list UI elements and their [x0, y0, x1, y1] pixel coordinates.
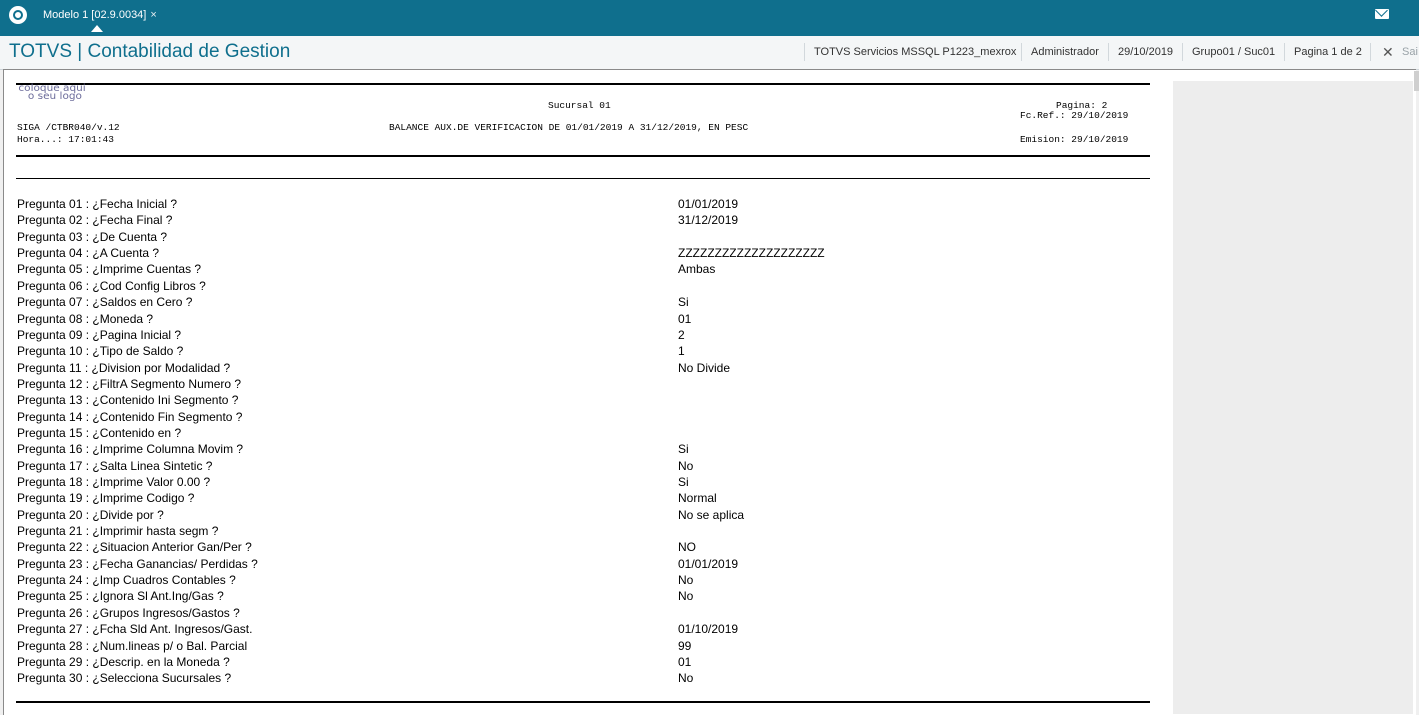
reference-date: Fc.Ref.: 29/10/2019: [1020, 110, 1129, 121]
parameter-label: Pregunta 05 : ¿Imprime Cuentas ?: [17, 262, 202, 277]
app-header: TOTVS | Contabilidad de Gestion TOTVS Se…: [0, 34, 1419, 70]
parameter-value: ZZZZZZZZZZZZZZZZZZZZ: [678, 246, 825, 261]
parameter-value: 01/01/2019: [678, 556, 739, 571]
active-tab-indicator: [91, 25, 103, 32]
branch-title: Sucursal 01: [548, 100, 611, 111]
parameter-value: 99: [678, 638, 692, 653]
date-info[interactable]: 29/10/2019: [1118, 46, 1173, 58]
parameter-label: Pregunta 02 : ¿Fecha Final ?: [17, 213, 173, 228]
parameter-label: Pregunta 26 : ¿Grupos Ingresos/Gastos ?: [17, 605, 240, 620]
parameter-value: Normal: [678, 491, 717, 506]
parameter-label: Pregunta 25 : ¿Ignora Sl Ant.Ing/Gas ?: [17, 589, 224, 604]
parameter-label: Pregunta 21 : ¿Imprimir hasta segm ?: [17, 524, 219, 538]
exit-label[interactable]: Sai: [1402, 46, 1418, 58]
parameter-value: 31/12/2019: [678, 213, 739, 228]
parameter-value: Ambas: [678, 262, 716, 277]
parameter-label: Pregunta 08 : ¿Moneda ?: [17, 311, 154, 326]
parameter-label: Pregunta 01 : ¿Fecha Inicial ?: [17, 197, 178, 211]
tab-close-icon[interactable]: ×: [150, 9, 156, 21]
divider: [16, 701, 1150, 703]
header-separator: [1370, 43, 1371, 61]
environment-info[interactable]: TOTVS Servicios MSSQL P1223_mexrox: [814, 46, 1016, 58]
parameter-label: Pregunta 09 : ¿Pagina Inicial ?: [17, 327, 182, 342]
parameter-value: No: [678, 671, 694, 686]
page-info: Pagina 1 de 2: [1294, 46, 1362, 58]
parameter-label: Pregunta 27 : ¿Fcha Sld Ant. Ingresos/Ga…: [17, 622, 253, 637]
parameter-label: Pregunta 28 : ¿Num.lineas p/ o Bal. Parc…: [17, 638, 248, 653]
report-time: Hora...: 17:01:43: [17, 134, 114, 145]
close-icon[interactable]: ✕: [1382, 44, 1394, 61]
parameter-label: Pregunta 14 : ¿Contenido Fin Segmento ?: [17, 409, 243, 424]
parameter-label: Pregunta 06 : ¿Cod Config Libros ?: [17, 278, 206, 293]
parameter-label: Pregunta 03 : ¿De Cuenta ?: [17, 229, 168, 244]
parameter-label: Pregunta 18 : ¿Imprime Valor 0.00 ?: [17, 475, 211, 489]
emission-date: Emision: 29/10/2019: [1020, 134, 1129, 145]
parameter-label: Pregunta 10 : ¿Tipo de Saldo ?: [17, 344, 184, 359]
parameter-label: Pregunta 12 : ¿FiltrA Segmento Numero ?: [17, 376, 242, 391]
parameter-label: Pregunta 07 : ¿Saldos en Cero ?: [17, 295, 193, 310]
parameter-value: No: [678, 589, 694, 604]
header-separator: [1021, 43, 1022, 61]
parameter-value: No: [678, 458, 694, 473]
report-title: BALANCE AUX.DE VERIFICACION DE 01/01/201…: [389, 122, 749, 133]
tab-label: Modelo 1 [02.9.0034]: [43, 9, 147, 21]
parameter-value: 01/01/2019: [678, 197, 739, 211]
mail-icon[interactable]: [1375, 9, 1389, 19]
parameter-label: Pregunta 24 : ¿Imp Cuadros Contables ?: [17, 573, 236, 587]
parameter-value: 1: [678, 344, 685, 359]
parameter-label: Pregunta 16 : ¿Imprime Columna Movim ?: [17, 442, 244, 457]
parameter-label: Pregunta 30 : ¿Selecciona Sucursales ?: [17, 671, 232, 686]
header-separator: [1182, 43, 1183, 61]
parameter-label: Pregunta 17 : ¿Salta Linea Sintetic ?: [17, 458, 213, 473]
parameter-value: 01: [678, 311, 692, 326]
side-panel: [1173, 81, 1413, 714]
app-title: TOTVS | Contabilidad de Gestion: [9, 41, 291, 62]
parameter-value: Si: [678, 475, 689, 489]
divider: [16, 178, 1150, 179]
parameter-value: No Divide: [678, 360, 731, 375]
parameter-value: NO: [678, 540, 696, 555]
divider: [16, 155, 1150, 157]
parameter-label: Pregunta 19 : ¿Imprime Codigo ?: [17, 491, 195, 506]
parameter-value: Si: [678, 295, 689, 310]
parameter-label: Pregunta 15 : ¿Contenido en ?: [17, 425, 182, 440]
parameter-value: 01: [678, 654, 692, 669]
parameter-label: Pregunta 22 : ¿Situacion Anterior Gan/Pe…: [17, 540, 252, 555]
logo-line-2: o seu logo: [27, 91, 82, 102]
parameter-label: Pregunta 04 : ¿A Cuenta ?: [17, 246, 160, 261]
header-separator: [804, 43, 805, 61]
divider: [16, 83, 1150, 85]
branch-info[interactable]: Grupo01 / Suc01: [1192, 46, 1275, 58]
parameter-value: Si: [678, 442, 689, 457]
parameter-value: 2: [678, 327, 685, 342]
header-separator: [1284, 43, 1285, 61]
parameter-label: Pregunta 23 : ¿Fecha Ganancias/ Perdidas…: [17, 556, 258, 571]
user-info[interactable]: Administrador: [1031, 46, 1099, 58]
parameter-value: 01/10/2019: [678, 622, 739, 637]
parameter-value: No: [678, 573, 694, 587]
header-separator: [1108, 43, 1109, 61]
parameter-label: Pregunta 29 : ¿Descrip. en la Moneda ?: [17, 654, 230, 669]
parameter-value: No se aplica: [678, 507, 745, 522]
totvs-logo-icon[interactable]: [9, 6, 27, 24]
parameter-label: Pregunta 13 : ¿Contenido Ini Segmento ?: [17, 393, 239, 408]
parameter-label: Pregunta 11 : ¿Division por Modalidad ?: [17, 360, 231, 375]
parameter-label: Pregunta 20 : ¿Divide por ?: [17, 507, 164, 522]
program-id: SIGA /CTBR040/v.12: [17, 122, 120, 133]
top-bar: Modelo 1 [02.9.0034] ×: [0, 0, 1419, 34]
report-logo: coloque aqui o seu logo: [18, 84, 85, 102]
scrollbar[interactable]: [1414, 71, 1419, 91]
